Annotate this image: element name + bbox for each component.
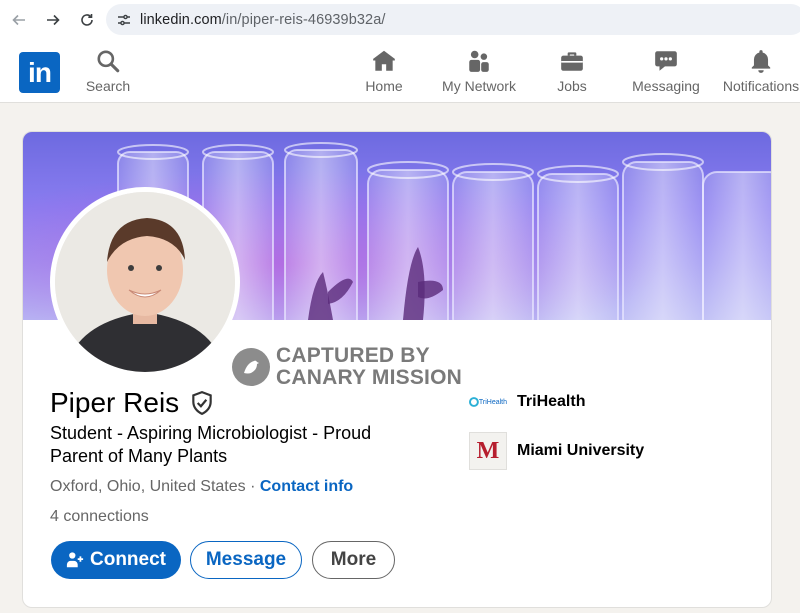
nav-notifications-label: Notifications: [722, 78, 800, 94]
nav-home[interactable]: Home: [360, 48, 408, 100]
miami-university-logo: M: [469, 432, 507, 470]
nav-search-label: Search: [85, 78, 131, 94]
verified-shield-icon[interactable]: [189, 390, 215, 416]
location-row: Oxford, Ohio, United States · Contact in…: [50, 478, 353, 496]
browser-toolbar: linkedin.com/in/piper-reis-46939b32a/: [0, 0, 800, 40]
profile-card: CAPTURED BY CANARY MISSION Piper Reis St…: [22, 131, 772, 608]
address-bar[interactable]: linkedin.com/in/piper-reis-46939b32a/: [106, 4, 800, 35]
avatar-image: [55, 192, 235, 372]
connect-button[interactable]: Connect: [51, 541, 181, 579]
arrow-left-icon: [12, 14, 25, 26]
reload-button[interactable]: [70, 3, 104, 37]
forward-button[interactable]: [36, 3, 70, 37]
org-miami-name: Miami University: [517, 442, 645, 459]
back-button[interactable]: [2, 3, 36, 37]
briefcase-icon: [561, 52, 583, 71]
linkedin-logo[interactable]: in: [19, 52, 60, 93]
nav-my-network[interactable]: My Network: [437, 48, 521, 100]
canary-mission-watermark: CAPTURED BY CANARY MISSION: [232, 345, 462, 389]
trihealth-logo-mark: [469, 397, 479, 407]
trihealth-logo-text: TriHealth: [478, 398, 507, 406]
site-settings-icon[interactable]: [116, 12, 132, 28]
url-text: linkedin.com/in/piper-reis-46939b32a/: [140, 12, 386, 28]
nav-home-label: Home: [365, 78, 403, 94]
trihealth-logo: TriHealth: [469, 392, 507, 412]
profile-headline: Student - Aspiring Microbiologist - Prou…: [50, 423, 372, 466]
org-trihealth-name: TriHealth: [517, 393, 586, 410]
contact-info-link[interactable]: Contact info: [260, 478, 353, 495]
nav-jobs-label: Jobs: [557, 78, 587, 94]
profile-name: Piper Reis: [50, 387, 180, 418]
bell-icon: [751, 50, 771, 73]
watermark-text: CAPTURED BY CANARY MISSION: [276, 345, 462, 389]
nav-jobs[interactable]: Jobs: [550, 48, 594, 100]
profile-photo[interactable]: [50, 187, 240, 377]
message-button[interactable]: Message: [190, 541, 302, 579]
nav-my-network-label: My Network: [442, 78, 516, 94]
person-photo: [55, 192, 235, 372]
message-icon: [655, 51, 677, 71]
linkedin-header: in Search Home My Network Jobs Messaging…: [0, 40, 800, 103]
nav-notifications[interactable]: Notifications: [718, 48, 800, 100]
home-icon: [373, 50, 395, 71]
reload-icon: [81, 14, 93, 26]
watermark-line-2: CANARY MISSION: [276, 366, 462, 389]
add-person-icon: [66, 552, 84, 568]
nav-messaging[interactable]: Messaging: [628, 48, 704, 100]
arrow-right-icon: [47, 14, 60, 26]
url-path: /in/piper-reis-46939b32a/: [221, 11, 386, 28]
bird-icon: [232, 348, 270, 386]
nav-messaging-label: Messaging: [632, 78, 700, 94]
search-icon: [97, 50, 120, 73]
org-miami-university[interactable]: M Miami University: [469, 432, 644, 470]
profile-location: Oxford, Ohio, United States: [50, 478, 246, 495]
org-trihealth[interactable]: TriHealth TriHealth: [469, 392, 585, 412]
nav-search[interactable]: Search: [86, 48, 130, 100]
connect-label: Connect: [90, 549, 166, 570]
more-button[interactable]: More: [312, 541, 395, 579]
url-host: linkedin.com: [140, 11, 222, 28]
watermark-line-1: CAPTURED BY: [276, 344, 430, 367]
separator-dot: ·: [245, 478, 260, 495]
name-row: Piper Reis: [50, 387, 215, 419]
connections-count[interactable]: 4 connections: [50, 508, 149, 526]
network-icon: [469, 50, 489, 72]
